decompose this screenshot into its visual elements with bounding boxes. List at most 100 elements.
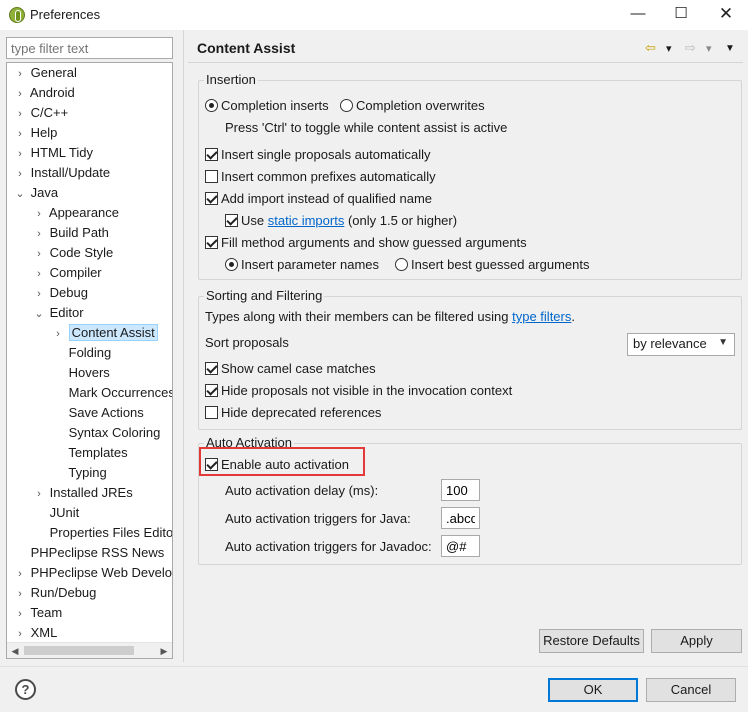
expand-icon[interactable]: › — [13, 64, 27, 84]
expand-icon[interactable]: › — [32, 484, 46, 504]
checkbox-checked-icon[interactable] — [205, 236, 218, 249]
radio-icon[interactable] — [340, 99, 353, 112]
checkbox-show-camel[interactable]: Show camel case matches — [205, 360, 376, 378]
checkbox-insert-common-prefixes[interactable]: Insert common prefixes automatically — [205, 168, 436, 186]
filter-input[interactable] — [6, 37, 173, 59]
sort-proposals-select[interactable]: by relevance ▼ — [627, 333, 735, 356]
tree-item-build-path[interactable]: › Build Path — [32, 223, 109, 243]
type-filters-link[interactable]: type filters — [512, 309, 571, 324]
expand-icon[interactable]: › — [13, 84, 27, 104]
checkbox-checked-icon[interactable] — [205, 192, 218, 205]
tree-item-java[interactable]: ⌄ Java — [13, 183, 58, 203]
checkbox-icon[interactable] — [205, 406, 218, 419]
tree-item-compiler[interactable]: › Compiler — [32, 263, 101, 284]
radio-completion-inserts[interactable]: Completion inserts — [205, 97, 329, 115]
tree-item-cpp[interactable]: › C/C++ — [13, 103, 68, 123]
tree-item-xml[interactable]: › XML — [13, 623, 57, 643]
checkbox-checked-icon[interactable] — [205, 148, 218, 161]
tree-item-syntax-coloring[interactable]: Syntax Coloring — [51, 423, 161, 443]
tree-item-debug[interactable]: › Debug — [32, 283, 88, 303]
checkbox-checked-icon[interactable] — [225, 214, 238, 227]
close-icon[interactable]: ✕ — [715, 4, 737, 24]
java-triggers-input[interactable] — [441, 507, 480, 529]
checkbox-icon[interactable] — [205, 170, 218, 183]
ok-button[interactable]: OK — [548, 678, 638, 702]
expand-icon[interactable]: › — [13, 624, 27, 644]
tree-item-phpeclipse-web-development[interactable]: › PHPeclipse Web Development — [13, 563, 172, 584]
expand-icon[interactable]: › — [32, 284, 46, 304]
checkbox-insert-single[interactable]: Insert single proposals automatically — [205, 146, 431, 164]
checkbox-label: Show camel case matches — [221, 361, 376, 376]
expand-icon[interactable]: › — [32, 204, 46, 224]
scroll-left-icon[interactable]: ◀ — [7, 643, 23, 658]
expand-icon[interactable]: › — [13, 564, 27, 584]
radio-selected-icon[interactable] — [225, 258, 238, 271]
sash[interactable] — [183, 30, 184, 662]
tree-item-phpeclipse-rss-news[interactable]: PHPeclipse RSS News — [13, 543, 165, 563]
expand-icon[interactable]: › — [13, 124, 27, 144]
delay-input[interactable] — [441, 479, 480, 501]
tree-item-general[interactable]: › General — [13, 63, 77, 83]
back-icon[interactable]: ⇦ — [645, 40, 656, 56]
forward-icon[interactable]: ⇨ — [685, 40, 696, 56]
expand-icon[interactable]: › — [13, 144, 27, 164]
radio-insert-best-guessed[interactable]: Insert best guessed arguments — [395, 256, 590, 274]
checkbox-add-import[interactable]: Add import instead of qualified name — [205, 190, 432, 208]
tree-item-run-debug[interactable]: › Run/Debug — [13, 583, 96, 603]
tree-horizontal-scrollbar[interactable]: ◀ ▶ — [7, 642, 172, 658]
collapse-icon[interactable]: ⌄ — [32, 304, 46, 324]
tree-item-properties-files-editor[interactable]: Properties Files Editor — [32, 523, 172, 543]
back-dropdown-icon[interactable]: ▾ — [666, 42, 672, 55]
tree-item-templates[interactable]: Templates — [51, 443, 127, 463]
scrollbar-thumb[interactable] — [24, 646, 134, 655]
radio-insert-param-names[interactable]: Insert parameter names — [225, 256, 379, 274]
expand-icon[interactable]: › — [13, 584, 27, 604]
tree-item-team[interactable]: › Team — [13, 603, 62, 623]
expand-icon[interactable]: › — [13, 604, 27, 624]
tree-item-label: Hovers — [68, 365, 110, 380]
scroll-right-icon[interactable]: ▶ — [156, 643, 172, 658]
tree-item-save-actions[interactable]: Save Actions — [51, 403, 144, 423]
tree-item-code-style[interactable]: › Code Style — [32, 243, 113, 263]
expand-icon[interactable]: › — [13, 104, 27, 124]
radio-completion-overwrites[interactable]: Completion overwrites — [340, 97, 485, 115]
expand-icon[interactable]: › — [13, 164, 27, 184]
tree-item-junit[interactable]: JUnit — [32, 503, 80, 523]
tree-item-typing[interactable]: Typing — [51, 463, 106, 483]
tree-item-folding[interactable]: Folding — [51, 343, 112, 363]
expand-icon[interactable]: › — [51, 324, 65, 344]
tree-item-content-assist[interactable]: › Content Assist — [51, 323, 158, 343]
radio-selected-icon[interactable] — [205, 99, 218, 112]
tree-item-help[interactable]: › Help — [13, 123, 57, 143]
tree-item-mark-occurrences[interactable]: Mark Occurrences — [51, 383, 172, 403]
cancel-button[interactable]: Cancel — [646, 678, 736, 702]
checkbox-checked-icon[interactable] — [205, 362, 218, 375]
tree-item-html-tidy[interactable]: › HTML Tidy — [13, 143, 93, 163]
tree-item-install-update[interactable]: › Install/Update — [13, 163, 110, 183]
expand-icon[interactable]: › — [32, 264, 46, 284]
expand-icon[interactable]: › — [32, 224, 46, 244]
tree-item-android[interactable]: › Android — [13, 83, 75, 103]
checkbox-hide-not-visible[interactable]: Hide proposals not visible in the invoca… — [205, 382, 512, 400]
checkbox-checked-icon[interactable] — [205, 384, 218, 397]
maximize-icon[interactable]: ☐ — [670, 4, 692, 24]
radio-icon[interactable] — [395, 258, 408, 271]
minimize-icon[interactable]: — — [627, 4, 649, 24]
tree-item-hovers[interactable]: Hovers — [51, 363, 110, 383]
tree-item-label: Editor — [49, 305, 84, 320]
help-icon[interactable]: ? — [15, 679, 36, 700]
checkbox-fill-args[interactable]: Fill method arguments and show guessed a… — [205, 234, 527, 252]
checkbox-use-static-imports[interactable]: Use static imports (only 1.5 or higher) — [225, 212, 457, 230]
collapse-icon[interactable]: ⌄ — [13, 184, 27, 204]
tree-item-appearance[interactable]: › Appearance — [32, 203, 119, 223]
javadoc-triggers-input[interactable] — [441, 535, 480, 557]
checkbox-hide-deprecated[interactable]: Hide deprecated references — [205, 404, 381, 422]
expand-icon[interactable]: › — [32, 244, 46, 264]
view-menu-icon[interactable]: ▼ — [725, 43, 735, 54]
static-imports-link[interactable]: static imports — [268, 213, 345, 228]
restore-defaults-button[interactable]: Restore Defaults — [539, 629, 644, 653]
forward-dropdown-icon[interactable]: ▾ — [706, 42, 712, 55]
apply-button[interactable]: Apply — [651, 629, 742, 653]
tree-item-installed-jres[interactable]: › Installed JREs — [32, 483, 133, 503]
tree-item-editor[interactable]: ⌄ Editor — [32, 303, 84, 324]
